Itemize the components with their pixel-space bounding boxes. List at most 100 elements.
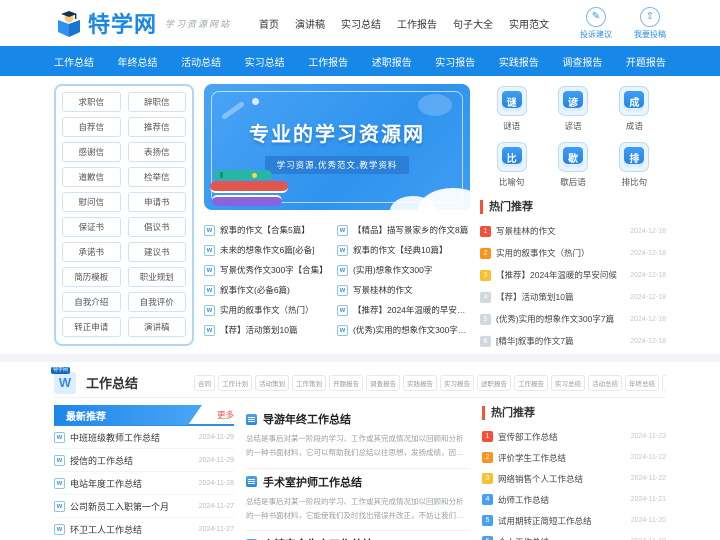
article-link[interactable]: w 叙事的作文【合集5篇】: [204, 220, 337, 240]
hot-item[interactable]: 2 实用的叙事作文（热门） 2024-12-18: [480, 242, 666, 264]
article-item[interactable]: 乡镇安全生产工作总结 总结是指对某一阶段的工作、学习或思想中的经验或情况加以总结…: [246, 531, 470, 540]
article-link[interactable]: w 未来的想象作文6篇[必备]: [204, 240, 337, 260]
article-link[interactable]: w 叙事作文(必备6篇): [204, 280, 337, 300]
hot-item[interactable]: 5 试用期转正简短工作总结 2024-11-20: [482, 510, 666, 531]
article-link[interactable]: w 叙事的作文【经典10篇】: [337, 240, 470, 260]
rank-badge: 4: [482, 494, 493, 505]
topnav-link[interactable]: 首页: [259, 16, 279, 31]
quick-category-link[interactable]: 成 成语: [607, 86, 662, 132]
hot-item[interactable]: 4 幼师工作总结 2024-11-21: [482, 489, 666, 510]
category-nav-link[interactable]: 实践报告: [499, 54, 539, 69]
tag-link[interactable]: 活动策划: [255, 374, 290, 391]
article-link[interactable]: w 写景优秀作文300字【合集】: [204, 260, 337, 280]
category-nav-link[interactable]: 调查报告: [562, 54, 602, 69]
logo-text: 特学网: [88, 12, 158, 37]
topnav-link[interactable]: 句子大全: [453, 16, 493, 31]
tag-link[interactable]: 工作策划: [292, 374, 327, 391]
topnav-link[interactable]: 演讲稿: [295, 16, 325, 31]
letter-category-button[interactable]: 自荐信: [62, 117, 121, 137]
tag-link[interactable]: 调查报告: [366, 374, 401, 391]
category-nav-link[interactable]: 实习报告: [435, 54, 475, 69]
quick-category-link[interactable]: 谜 谜语: [484, 86, 539, 132]
letter-category-button[interactable]: 演讲稿: [127, 317, 186, 337]
article-link[interactable]: w (优秀)实用的想象作文300字7篇: [337, 320, 470, 340]
hot-item[interactable]: 6 [精华]叙事的作文7篇 2024-12-18: [480, 330, 666, 352]
category-nav-link[interactable]: 年终总结: [118, 54, 158, 69]
tag-link[interactable]: 实习总结: [551, 374, 586, 391]
category-nav-link[interactable]: 工作总结: [54, 54, 94, 69]
letter-category-button[interactable]: 转正申请: [62, 317, 121, 337]
article-item[interactable]: 手术室护师工作总结 总结是事后对某一阶段的学习、工作或其完成情况加以回顾和分析的…: [246, 469, 470, 531]
article-link[interactable]: w 【荐】活动策划10篇: [204, 320, 337, 340]
article-item[interactable]: 导游年终工作总结 总结是事后对某一阶段的学习、工作或其完成情况加以回顾和分析的一…: [246, 406, 470, 469]
letter-category-button[interactable]: 简历模板: [62, 267, 121, 287]
book-icon: 谚: [557, 86, 588, 116]
list-item[interactable]: w 环卫工人工作总结 2024-11-27: [54, 518, 234, 540]
letter-category-button[interactable]: 承诺书: [62, 242, 121, 262]
tag-link[interactable]: 实践报告: [403, 374, 438, 391]
article-link[interactable]: w 【推荐】2024年温暖的早安问候语: [337, 300, 470, 320]
tag-link[interactable]: 活动总结: [588, 374, 623, 391]
letter-category-button[interactable]: 慰问信: [62, 192, 121, 212]
list-item[interactable]: w 授信的工作总结 2024-11-29: [54, 449, 234, 472]
letter-category-button[interactable]: 检举信: [127, 167, 186, 187]
quick-category-link[interactable]: 歇 歇后语: [545, 142, 600, 188]
book-icon: 歇: [557, 142, 588, 172]
category-nav-link[interactable]: 开题报告: [626, 54, 666, 69]
hero-banner[interactable]: 专业的学习资源网 学习资源,优秀范文,教学资料: [204, 84, 470, 210]
letter-category-button[interactable]: 自我介绍: [62, 292, 121, 312]
feedback-button[interactable]: ✎ 投诉建议: [580, 6, 612, 40]
article-link[interactable]: w 写景桂林的作文: [337, 280, 470, 300]
letter-category-button[interactable]: 求职信: [62, 92, 121, 112]
submit-post-button[interactable]: ⇧ 我要投稿: [634, 6, 666, 40]
hot-item[interactable]: 2 评价学生工作总结 2024-11-22: [482, 447, 666, 468]
quick-category-link[interactable]: 谚 谚语: [545, 86, 600, 132]
category-nav-link[interactable]: 述职报告: [372, 54, 412, 69]
tag-link[interactable]: 年终总结: [625, 374, 660, 391]
tag-link[interactable]: 实习报告: [440, 374, 475, 391]
letter-category-button[interactable]: 自我评价: [127, 292, 186, 312]
letter-category-button[interactable]: 保证书: [62, 217, 121, 237]
list-item[interactable]: w 中班班级教师工作总结 2024-11-29: [54, 426, 234, 449]
hot-item[interactable]: 6 个人工作总结 2024-11-19: [482, 531, 666, 540]
tag-link[interactable]: 合同: [194, 374, 216, 391]
article-link[interactable]: w 实用的叙事作文（热门）: [204, 300, 337, 320]
category-nav-link[interactable]: 活动总结: [181, 54, 221, 69]
tag-link[interactable]: 工作报告: [514, 374, 549, 391]
topnav-link[interactable]: 实习总结: [341, 16, 381, 31]
list-item[interactable]: w 公司新员工入职第一个月 2024-11-27: [54, 495, 234, 518]
item-date: 2024-11-28: [198, 479, 234, 487]
tag-link[interactable]: 开题报告: [329, 374, 364, 391]
site-logo[interactable]: 特学网: [54, 7, 157, 39]
article-link[interactable]: w 【精品】描写景家乡的作文8篇: [337, 220, 470, 240]
letter-category-button[interactable]: 申请书: [127, 192, 186, 212]
hot-item[interactable]: 5 (优秀)实用的想象作文300字7篇 2024-12-18: [480, 308, 666, 330]
tag-link[interactable]: 工作总结: [662, 374, 666, 391]
tag-link[interactable]: 述职报告: [477, 374, 512, 391]
section-divider: [0, 354, 720, 362]
hot-item[interactable]: 1 写景桂林的作文 2024-12-18: [480, 220, 666, 242]
article-link[interactable]: w (实用)想象作文300字: [337, 260, 470, 280]
quick-category-link[interactable]: 比 比喻句: [484, 142, 539, 188]
hot-item[interactable]: 3 【推荐】2024年温暖的早安问候 2024-12-18: [480, 264, 666, 286]
category-nav-link[interactable]: 实习总结: [245, 54, 285, 69]
article-list: 导游年终工作总结 总结是事后对某一阶段的学习、工作或其完成情况加以回顾和分析的一…: [246, 406, 470, 540]
letter-category-button[interactable]: 建议书: [127, 242, 186, 262]
hot-item[interactable]: 3 网络销售个人工作总结 2024-11-22: [482, 468, 666, 489]
letter-category-button[interactable]: 职业规划: [127, 267, 186, 287]
more-link[interactable]: 更多: [217, 409, 234, 421]
list-item[interactable]: w 电站年度工作总结 2024-11-28: [54, 472, 234, 495]
category-nav-link[interactable]: 工作报告: [308, 54, 348, 69]
letter-category-button[interactable]: 辞职信: [127, 92, 186, 112]
letter-category-button[interactable]: 推荐信: [127, 117, 186, 137]
topnav-link[interactable]: 工作报告: [397, 16, 437, 31]
topnav-link[interactable]: 实用范文: [509, 16, 549, 31]
letter-category-button[interactable]: 倡议书: [127, 217, 186, 237]
tag-link[interactable]: 工作计划: [218, 374, 253, 391]
letter-category-button[interactable]: 表扬信: [127, 142, 186, 162]
letter-category-button[interactable]: 道歉信: [62, 167, 121, 187]
quick-category-link[interactable]: 排 排比句: [607, 142, 662, 188]
hot-item[interactable]: 1 宣传部工作总结 2024-11-23: [482, 426, 666, 447]
letter-category-button[interactable]: 感谢信: [62, 142, 121, 162]
hot-item[interactable]: 4 【荐】活动策划10篇 2024-12-18: [480, 286, 666, 308]
